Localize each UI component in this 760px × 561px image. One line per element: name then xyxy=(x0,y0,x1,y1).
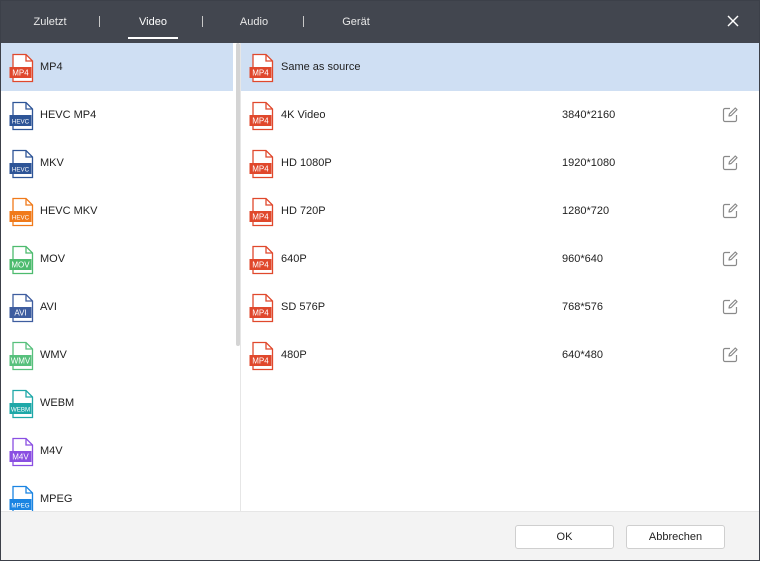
preset-name: HD 720P xyxy=(281,205,326,217)
preset-resolution: 1920*1080 xyxy=(562,157,616,169)
preset-name: HD 1080P xyxy=(281,157,332,169)
format-item-mov[interactable]: MOV MOV xyxy=(1,235,233,283)
format-item-webm[interactable]: WEBM WEBM xyxy=(1,379,233,427)
file-format-icon: HEVC xyxy=(9,149,35,179)
footer-bar: OK Abbrechen xyxy=(1,511,759,560)
svg-text:MP4: MP4 xyxy=(12,69,29,78)
format-item-label: WMV xyxy=(40,349,67,361)
svg-text:HEVC: HEVC xyxy=(12,167,30,174)
file-format-icon: MP4 xyxy=(249,197,275,227)
format-item-mkv[interactable]: HEVC MKV xyxy=(1,139,233,187)
format-item-hevc-mkv[interactable]: HEVC HEVC MKV xyxy=(1,187,233,235)
svg-text:MP4: MP4 xyxy=(252,309,269,318)
edit-icon[interactable] xyxy=(721,250,739,268)
tab-separator xyxy=(99,16,100,27)
preset-row[interactable]: MP4 HD 720P 1280*720 xyxy=(241,187,759,235)
format-item-m4v[interactable]: M4V M4V xyxy=(1,427,233,475)
preset-resolution: 640*480 xyxy=(562,349,603,361)
file-format-icon: MP4 xyxy=(249,149,275,179)
file-format-icon: WMV xyxy=(9,341,35,371)
tab-geraet[interactable]: Gerät xyxy=(332,1,380,43)
preset-name: SD 576P xyxy=(281,301,326,313)
preset-row[interactable]: MP4 640P 960*640 xyxy=(241,235,759,283)
svg-text:AVI: AVI xyxy=(14,309,26,318)
format-item-label: M4V xyxy=(40,445,63,457)
svg-text:MP4: MP4 xyxy=(252,261,269,270)
svg-text:MP4: MP4 xyxy=(252,69,269,78)
preset-resolution: 960*640 xyxy=(562,253,603,265)
format-dialog: Zuletzt Video Audio Gerät MP4 MP4 HEVC HEVC… xyxy=(0,0,760,561)
svg-text:MOV: MOV xyxy=(11,261,30,270)
format-item-label: HEVC MP4 xyxy=(40,109,97,121)
cancel-button[interactable]: Abbrechen xyxy=(626,525,725,549)
edit-icon[interactable] xyxy=(721,106,739,124)
preset-row[interactable]: MP4 HD 1080P 1920*1080 xyxy=(241,139,759,187)
svg-text:MP4: MP4 xyxy=(252,213,269,222)
format-item-mp4[interactable]: MP4 MP4 xyxy=(1,43,233,91)
file-format-icon: MP4 xyxy=(249,293,275,323)
ok-button[interactable]: OK xyxy=(515,525,614,549)
preset-name: Same as source xyxy=(281,61,361,73)
header-bar: Zuletzt Video Audio Gerät xyxy=(1,1,759,43)
format-item-label: MPEG xyxy=(40,493,73,505)
file-format-icon: MP4 xyxy=(249,245,275,275)
preset-row[interactable]: MP4 Same as source xyxy=(241,43,759,91)
preset-name: 640P xyxy=(281,253,307,265)
file-format-icon: MP4 xyxy=(9,53,35,83)
tab-separator xyxy=(303,16,304,27)
preset-row[interactable]: MP4 480P 640*480 xyxy=(241,331,759,379)
format-item-mpeg[interactable]: MPEG MPEG xyxy=(1,475,233,511)
file-format-icon: M4V xyxy=(9,437,35,467)
svg-text:MPEG: MPEG xyxy=(11,503,29,510)
svg-text:MP4: MP4 xyxy=(252,117,269,126)
tab-zuletzt[interactable]: Zuletzt xyxy=(23,1,77,43)
svg-text:WMV: WMV xyxy=(11,357,31,366)
svg-text:WEBM: WEBM xyxy=(11,407,30,414)
preset-list: MP4 Same as source MP4 4K Video 3840*2160 MP4… xyxy=(241,43,759,511)
file-format-icon: MOV xyxy=(9,245,35,275)
tab-audio[interactable]: Audio xyxy=(230,1,278,43)
format-item-label: MKV xyxy=(40,157,64,169)
svg-text:HEVC: HEVC xyxy=(12,215,30,222)
edit-icon[interactable] xyxy=(721,298,739,316)
edit-icon[interactable] xyxy=(721,154,739,172)
edit-icon[interactable] xyxy=(721,346,739,364)
preset-row[interactable]: MP4 4K Video 3840*2160 xyxy=(241,91,759,139)
format-item-hevc-mp4[interactable]: HEVC HEVC MP4 xyxy=(1,91,233,139)
tab-separator xyxy=(202,16,203,27)
svg-text:M4V: M4V xyxy=(12,453,29,462)
file-format-icon: HEVC xyxy=(9,197,35,227)
format-item-label: HEVC MKV xyxy=(40,205,98,217)
preset-resolution: 1280*720 xyxy=(562,205,610,217)
edit-icon[interactable] xyxy=(721,202,739,220)
close-icon[interactable] xyxy=(722,10,744,32)
preset-resolution: 768*576 xyxy=(562,301,603,313)
format-item-label: MP4 xyxy=(40,61,63,73)
preset-name: 480P xyxy=(281,349,307,361)
format-list[interactable]: MP4 MP4 HEVC HEVC MP4 HEVC MKV HEVC HEVC MKV MOV… xyxy=(1,43,237,511)
format-item-label: MOV xyxy=(40,253,66,265)
file-format-icon: AVI xyxy=(9,293,35,323)
file-format-icon: MPEG xyxy=(9,485,35,511)
file-format-icon: HEVC xyxy=(9,101,35,131)
file-format-icon: MP4 xyxy=(249,101,275,131)
preset-row[interactable]: MP4 SD 576P 768*576 xyxy=(241,283,759,331)
file-format-icon: MP4 xyxy=(249,341,275,371)
svg-text:HEVC: HEVC xyxy=(12,119,30,126)
preset-resolution: 3840*2160 xyxy=(562,109,616,121)
svg-text:MP4: MP4 xyxy=(252,165,269,174)
format-item-label: WEBM xyxy=(40,397,75,409)
format-item-wmv[interactable]: WMV WMV xyxy=(1,331,233,379)
format-item-label: AVI xyxy=(40,301,57,313)
tab-video[interactable]: Video xyxy=(128,1,178,43)
format-item-avi[interactable]: AVI AVI xyxy=(1,283,233,331)
file-format-icon: WEBM xyxy=(9,389,35,419)
preset-name: 4K Video xyxy=(281,109,326,121)
file-format-icon: MP4 xyxy=(249,53,275,83)
svg-text:MP4: MP4 xyxy=(252,357,269,366)
